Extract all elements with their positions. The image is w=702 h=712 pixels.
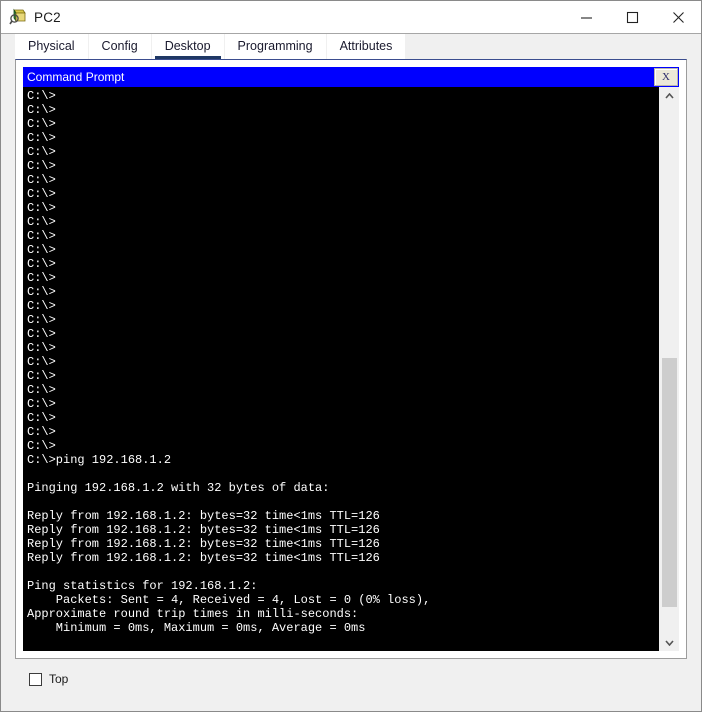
terminal-scrollbar[interactable]	[659, 87, 679, 651]
tab-config[interactable]: Config	[89, 34, 151, 59]
tab-attributes-label: Attributes	[340, 38, 393, 54]
chevron-down-icon[interactable]	[660, 634, 679, 651]
bottom-bar: Top	[15, 659, 687, 699]
tab-physical[interactable]: Physical	[15, 34, 88, 59]
tab-config-label: Config	[102, 38, 138, 54]
tab-programming-label: Programming	[238, 38, 313, 54]
command-prompt-close-button[interactable]: X	[654, 68, 678, 86]
tab-physical-label: Physical	[28, 38, 75, 54]
top-checkbox[interactable]	[29, 673, 42, 686]
pc-device-icon	[9, 8, 27, 26]
command-prompt-title: Command Prompt	[23, 67, 124, 87]
pc2-window: PC2 Physical Config Desktop Programming …	[0, 0, 702, 712]
maximize-icon[interactable]	[609, 1, 655, 33]
scrollbar-thumb[interactable]	[662, 358, 677, 607]
command-prompt-window: Command Prompt X C:\> C:\> C:\> C:\> C:\…	[23, 67, 679, 651]
chevron-up-icon[interactable]	[660, 87, 679, 104]
command-prompt-body: C:\> C:\> C:\> C:\> C:\> C:\> C:\> C:\> …	[23, 87, 679, 651]
tab-strip: Physical Config Desktop Programming Attr…	[1, 34, 701, 59]
desktop-panel: Command Prompt X C:\> C:\> C:\> C:\> C:\…	[15, 59, 687, 659]
tab-desktop[interactable]: Desktop	[152, 34, 224, 59]
desktop-tab-content: Command Prompt X C:\> C:\> C:\> C:\> C:\…	[1, 59, 701, 711]
window-title: PC2	[34, 10, 563, 25]
minimize-icon[interactable]	[563, 1, 609, 33]
tab-programming[interactable]: Programming	[225, 34, 326, 59]
close-icon[interactable]	[655, 1, 701, 33]
title-bar: PC2	[1, 1, 701, 34]
terminal-output[interactable]: C:\> C:\> C:\> C:\> C:\> C:\> C:\> C:\> …	[23, 87, 659, 651]
scrollbar-track[interactable]	[660, 104, 679, 634]
tab-desktop-label: Desktop	[165, 38, 211, 54]
tab-attributes[interactable]: Attributes	[327, 34, 406, 59]
command-prompt-titlebar[interactable]: Command Prompt X	[23, 67, 679, 87]
top-checkbox-label: Top	[49, 672, 68, 686]
